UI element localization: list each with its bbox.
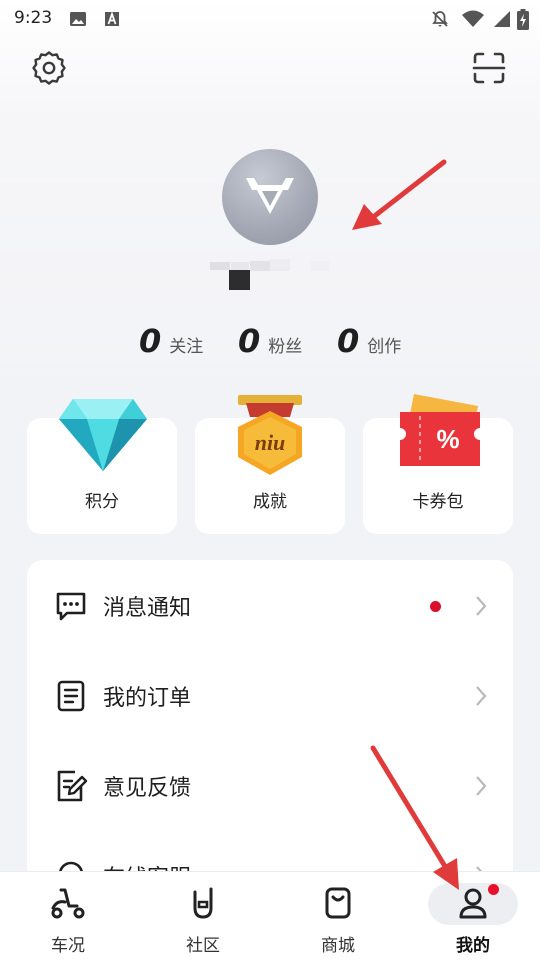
menu-item-orders[interactable]: 我的订单 xyxy=(27,650,513,740)
stat-value: 0 xyxy=(337,322,360,360)
tab-shop[interactable]: 商城 xyxy=(288,872,388,960)
unread-dot xyxy=(430,601,441,612)
a-box-icon xyxy=(105,11,119,26)
card-label: 积分 xyxy=(85,492,119,512)
signal-icon xyxy=(494,11,510,27)
tab-community[interactable]: 社区 xyxy=(153,872,253,960)
diamond-icon xyxy=(59,399,147,471)
stat-following[interactable]: 0 关注 xyxy=(139,322,203,360)
menu-label: 消息通知 xyxy=(103,596,192,621)
scan-icon xyxy=(472,52,506,84)
card-label: 成就 xyxy=(253,492,287,512)
order-icon xyxy=(57,680,85,712)
menu-item-feedback[interactable]: 意见反馈 xyxy=(27,740,513,830)
chevron-right-icon xyxy=(476,776,487,796)
wifi-icon xyxy=(462,10,484,27)
avatar[interactable] xyxy=(222,149,318,245)
status-bar: 9:23 xyxy=(0,0,540,38)
message-icon xyxy=(56,592,86,621)
menu-item-messages[interactable]: 消息通知 xyxy=(27,560,513,650)
coupon-icon: % xyxy=(400,394,480,466)
image-icon xyxy=(70,12,86,26)
person-icon xyxy=(459,888,487,919)
chevron-right-icon xyxy=(476,686,487,706)
tab-label: 社区 xyxy=(186,936,220,956)
profile-stats: 0 关注 0 粉丝 0 创作 xyxy=(0,322,540,366)
tab-label: 车况 xyxy=(51,936,85,956)
status-time: 9:23 xyxy=(14,8,53,28)
medal-text: niu xyxy=(255,430,286,455)
tab-label: 商城 xyxy=(321,936,355,956)
scan-button[interactable] xyxy=(465,44,513,92)
feedback-icon xyxy=(57,770,88,802)
menu-label: 意见反馈 xyxy=(103,776,192,801)
menu-list: 消息通知 我的订单 意见反馈 在线客服 xyxy=(27,560,513,890)
settings-button[interactable] xyxy=(25,44,73,92)
gear-icon xyxy=(32,51,66,85)
chevron-right-icon xyxy=(476,596,487,616)
coupon-percent: % xyxy=(436,424,459,454)
tab-label: 我的 xyxy=(456,936,490,956)
medal-icon: niu xyxy=(238,395,302,475)
stat-label: 粉丝 xyxy=(268,337,303,357)
stat-fans[interactable]: 0 粉丝 xyxy=(238,322,302,360)
menu-label: 我的订单 xyxy=(103,686,192,711)
annotation-arrow-avatar xyxy=(352,159,447,230)
stat-label: 关注 xyxy=(169,337,204,357)
stat-value: 0 xyxy=(238,322,261,360)
bull-logo-icon xyxy=(246,178,294,214)
card-label: 卡券包 xyxy=(412,492,464,512)
scooter-icon xyxy=(51,888,85,919)
notifications-off-icon xyxy=(432,11,448,27)
bottom-tab-bar: 车况 社区 商城 我的 xyxy=(0,871,540,960)
battery-charging-icon xyxy=(517,9,529,30)
tab-vehicle-status[interactable]: 车况 xyxy=(18,872,118,960)
stat-value: 0 xyxy=(139,322,162,360)
stat-label: 创作 xyxy=(367,337,402,357)
tab-mine[interactable]: 我的 xyxy=(423,872,523,960)
shop-bag-icon xyxy=(325,887,351,919)
community-icon xyxy=(193,887,213,919)
stat-creations[interactable]: 0 创作 xyxy=(337,322,401,360)
tab-notification-dot xyxy=(488,884,499,895)
